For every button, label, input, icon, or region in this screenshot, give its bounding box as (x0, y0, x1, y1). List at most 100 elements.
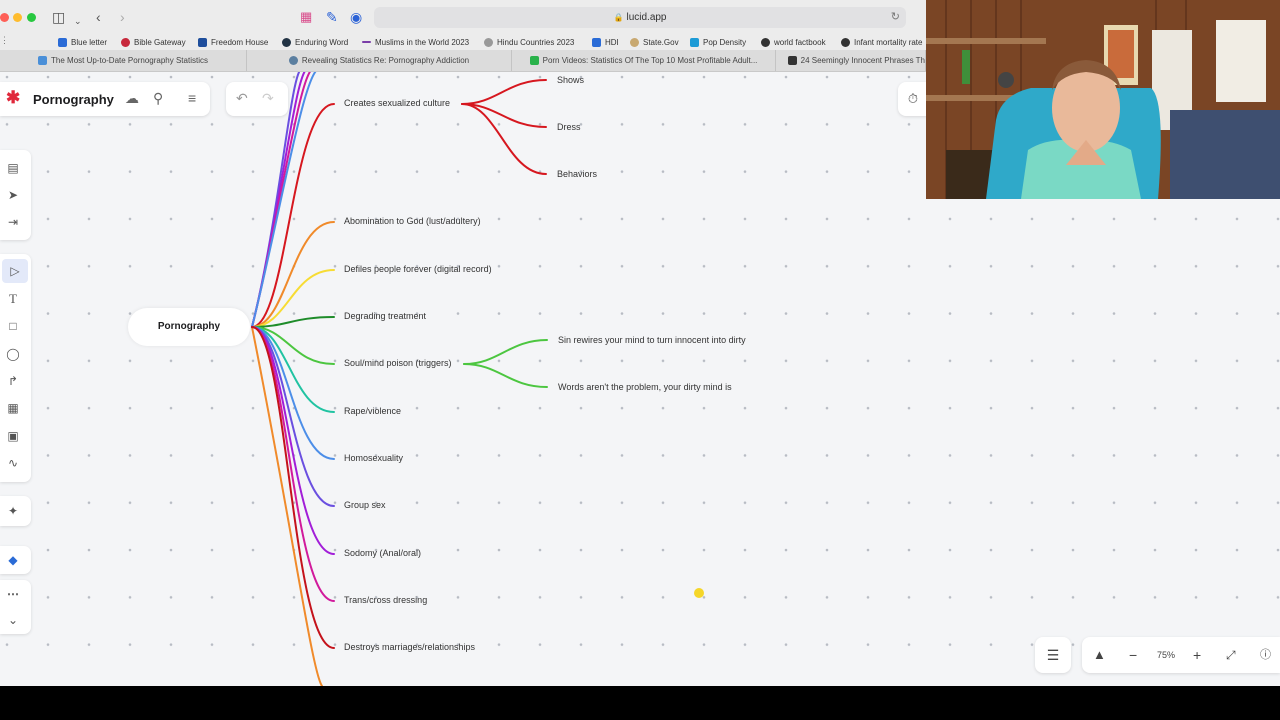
fullscreen-icon[interactable]: ⤢ (1226, 637, 1236, 673)
branch-creates-sexualized-culture[interactable]: Creates sexualized culture (344, 98, 450, 108)
search-icon[interactable]: ⚲ (153, 90, 163, 107)
undo-redo-bar: ↶ ↷ (226, 82, 288, 116)
site-icon (38, 56, 48, 65)
bookmark-world-factbook[interactable]: world factbook (761, 36, 826, 48)
jira-icon[interactable]: ◆ (0, 548, 26, 572)
factbook-icon (761, 37, 770, 47)
zoom-window-button[interactable] (27, 13, 36, 22)
close-window-button[interactable] (0, 13, 9, 22)
back-icon[interactable]: ‹ (96, 8, 101, 26)
outline-list-icon[interactable]: ☰ (1035, 637, 1071, 673)
branch-soul-mind-poison[interactable]: Soul/mind poison (triggers) (344, 358, 452, 368)
left-panel-ai: ✦ (0, 496, 31, 526)
redo-icon[interactable]: ↷ (262, 90, 274, 107)
state-icon (630, 37, 639, 47)
chevron-down-icon[interactable]: ⌄ (0, 608, 26, 632)
address-bar[interactable]: 🔒 lucid.app ↻ (374, 7, 906, 28)
document-title[interactable]: Pornography (33, 92, 114, 107)
bookmark-bible-gateway[interactable]: Bible Gateway (121, 36, 186, 48)
sub-dress[interactable]: Dress (557, 122, 581, 132)
tab-innocent-phrases[interactable]: 24 Seemingly Innocent Phrases Th (776, 50, 926, 71)
zoom-out-icon[interactable]: − (1129, 637, 1137, 673)
draw-icon[interactable]: ∿ (0, 451, 26, 475)
minimize-window-button[interactable] (13, 13, 22, 22)
bookmark-icon (58, 37, 67, 47)
tab-porn-statistics[interactable]: The Most Up-to-Date Pornography Statisti… (0, 50, 247, 71)
pop-icon (690, 37, 699, 47)
branch-homosexuality[interactable]: Homosexuality (344, 453, 403, 463)
branch-defiles[interactable]: Defiles people forever (digital record) (344, 264, 492, 274)
frame-icon[interactable]: ▦ (0, 396, 26, 420)
url-text: lucid.app (626, 12, 667, 23)
site-icon (788, 56, 797, 65)
pen-extension-icon[interactable]: ✎ (326, 8, 338, 26)
webcam-video-frame (926, 0, 1280, 199)
bible-icon (121, 37, 130, 47)
cloud-save-icon: ☁ (125, 90, 139, 106)
grip-icon: ⋮ (0, 35, 9, 45)
central-topic-node[interactable]: Pornography (128, 308, 250, 346)
import-icon[interactable]: ⇥ (0, 210, 26, 234)
shapes-icon[interactable]: ◯ (0, 342, 26, 366)
bookmark-state-gov[interactable]: State.Gov (630, 36, 679, 48)
bookmark-hdi[interactable]: HDI (592, 36, 619, 48)
doc-icon (592, 37, 601, 47)
text-tool-icon[interactable]: T (0, 287, 26, 311)
lucid-logo-icon[interactable]: ✱ (6, 88, 20, 108)
sidebar-toggle-icon[interactable]: ◫ (52, 8, 65, 26)
more-icon[interactable]: ⋯ (0, 582, 26, 606)
site-icon (288, 56, 298, 65)
timer-icon[interactable]: ⏱ (898, 82, 928, 116)
bookmark-hindu-countries[interactable]: Hindu Countries 2023 (484, 36, 574, 48)
pointer-highlight (694, 588, 704, 598)
rocket-icon[interactable]: ➤ (0, 183, 26, 207)
tab-porn-videos[interactable]: Porn Videos: Statistics Of The Top 10 Mo… (512, 50, 776, 71)
undo-icon[interactable]: ↶ (236, 90, 248, 107)
enduring-word-icon (282, 37, 291, 47)
apps-grid-icon[interactable]: ▦ (300, 8, 312, 26)
left-panel-integrations: ◆ (0, 546, 31, 574)
menu-icon[interactable]: ≡ (188, 90, 196, 106)
select-tool-icon[interactable]: ▷ (2, 259, 28, 283)
zoom-level[interactable]: 75% (1157, 637, 1175, 673)
bookmark-enduring-word[interactable]: Enduring Word (282, 36, 348, 48)
connector-icon[interactable]: ↱ (0, 369, 26, 393)
branch-rape-violence[interactable]: Rape/violence (344, 406, 401, 416)
zoom-in-icon[interactable]: + (1193, 637, 1201, 673)
branch-abomination[interactable]: Abomination to God (lust/adultery) (344, 216, 481, 226)
bookmark-freedom-house[interactable]: Freedom House (198, 36, 268, 48)
webcam-overlay (926, 0, 1280, 199)
password-extension-icon[interactable]: ◉ (350, 8, 362, 26)
bookmark-blue-letter[interactable]: Blue letter (58, 36, 107, 48)
navigate-icon[interactable]: ▲ (1093, 637, 1106, 673)
sub-words-not-problem[interactable]: Words aren't the problem, your dirty min… (558, 382, 732, 392)
left-panel-top: ▤ ➤ ⇥ (0, 150, 31, 240)
branch-trans-cross-dressing[interactable]: Trans/cross dressing (344, 595, 427, 605)
branch-destroys-marriages[interactable]: Destroys marriages/relationships (344, 642, 475, 652)
help-icon[interactable]: ⓘ (1260, 637, 1271, 673)
tab-addiction-stats[interactable]: Revealing Statistics Re: Pornography Add… (247, 50, 512, 71)
left-panel-more: ⋯ ⌄ (0, 580, 31, 634)
sub-behaviors[interactable]: Behaviors (557, 169, 597, 179)
bookmark-pop-density[interactable]: Pop Density (690, 36, 746, 48)
chevron-down-icon[interactable]: ⌄ (74, 12, 82, 30)
reload-icon[interactable]: ↻ (891, 7, 900, 28)
freedom-house-icon (198, 37, 207, 47)
bookmark-muslims-world[interactable]: Muslims in the World 2023 (362, 36, 469, 48)
left-toolbar: ▷ T □ ◯ ↱ ▦ ▣ ∿ (0, 254, 31, 482)
zoom-controls: ▲ − 75% + ⤢ ⓘ (1082, 637, 1280, 673)
forward-icon[interactable]: › (120, 8, 125, 26)
sub-shows[interactable]: Shows (557, 75, 584, 85)
branch-sodomy[interactable]: Sodomy (Anal/oral) (344, 548, 421, 558)
templates-icon[interactable]: ▤ (0, 156, 26, 180)
branch-degrading[interactable]: Degrading treatment (344, 311, 426, 321)
sticky-note-icon[interactable]: □ (0, 314, 26, 338)
bookmark-infant-mortality[interactable]: Infant mortality rate (841, 36, 922, 48)
branch-group-sex[interactable]: Group sex (344, 500, 386, 510)
infant-icon (841, 37, 850, 47)
image-icon[interactable]: ▣ (0, 424, 26, 448)
sub-sin-rewires[interactable]: Sin rewires your mind to turn innocent i… (558, 335, 746, 345)
ai-sparkle-icon[interactable]: ✦ (0, 499, 26, 523)
document-header: ✱ Pornography ☁ ⚲ ≡ (0, 82, 210, 116)
app-window: ◫ ⌄ ‹ › ▦ ✎ ◉ 🔒 lucid.app ↻ ⋮ Blue letter… (0, 0, 1280, 686)
